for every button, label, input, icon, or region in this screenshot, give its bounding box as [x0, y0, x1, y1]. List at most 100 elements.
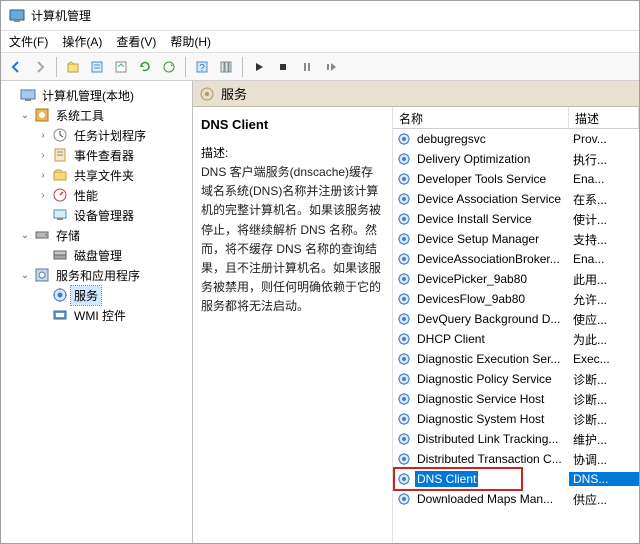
collapse-icon[interactable]: ⌄	[19, 110, 31, 121]
service-desc: 诊断...	[569, 371, 639, 388]
up-button[interactable]	[62, 56, 84, 78]
service-row[interactable]: DevicesFlow_9ab80允许...	[393, 289, 639, 309]
tree-storage[interactable]: ⌄存储	[1, 225, 192, 245]
window-title: 计算机管理	[31, 7, 91, 24]
service-name: Diagnostic Policy Service	[415, 371, 554, 387]
start-button[interactable]	[248, 56, 270, 78]
tree-device-manager[interactable]: 设备管理器	[1, 205, 192, 225]
tree-system-tools[interactable]: ⌄系统工具	[1, 105, 192, 125]
service-row[interactable]: debugregsvc Prov...	[393, 129, 639, 149]
tree-services[interactable]: 服务	[1, 285, 192, 305]
service-desc: 维护...	[569, 431, 639, 448]
tree-disk-mgmt[interactable]: 磁盘管理	[1, 245, 192, 265]
service-name: DHCP Client	[415, 331, 487, 347]
content-header: 服务	[193, 81, 639, 107]
service-row[interactable]: DHCP Client为此...	[393, 329, 639, 349]
properties-button[interactable]	[86, 56, 108, 78]
service-name: Diagnostic Execution Ser...	[415, 351, 562, 367]
stop-button[interactable]	[272, 56, 294, 78]
service-row[interactable]: Diagnostic System Host诊断...	[393, 409, 639, 429]
service-row[interactable]: Diagnostic Service Host诊断...	[393, 389, 639, 409]
service-row[interactable]: Diagnostic Policy Service 诊断...	[393, 369, 639, 389]
tree-performance[interactable]: ›性能	[1, 185, 192, 205]
service-row[interactable]: Distributed Link Tracking... 维护...	[393, 429, 639, 449]
service-desc: 供应...	[569, 491, 639, 508]
service-row[interactable]: Device Install Service使计...	[393, 209, 639, 229]
refresh-button[interactable]	[134, 56, 156, 78]
service-name: debugregsvc	[415, 131, 488, 147]
export-button[interactable]	[110, 56, 132, 78]
main-area: 计算机管理(本地) ⌄系统工具 ›任务计划程序 ›事件查看器 ›共享文件夹 ›性…	[1, 81, 639, 543]
service-row[interactable]: Downloaded Maps Man... 供应...	[393, 489, 639, 509]
service-row[interactable]: Device Association Service在系...	[393, 189, 639, 209]
service-desc: DNS...	[569, 472, 639, 486]
tree-root[interactable]: 计算机管理(本地)	[1, 85, 192, 105]
menubar: 文件(F) 操作(A) 查看(V) 帮助(H)	[1, 31, 639, 53]
list-rows[interactable]: debugregsvc Prov... Delivery Optimization 执…	[393, 129, 639, 543]
refresh2-button[interactable]	[158, 56, 180, 78]
back-button[interactable]	[5, 56, 27, 78]
expand-icon[interactable]: ›	[37, 190, 49, 201]
service-name: Downloaded Maps Man...	[415, 491, 555, 507]
service-name: DevicePicker_9ab80	[415, 271, 529, 287]
content-title: 服务	[221, 84, 247, 103]
service-row[interactable]: DNS ClientDNS...	[393, 469, 639, 489]
service-desc: Prov...	[569, 132, 639, 146]
col-desc[interactable]: 描述	[569, 107, 639, 128]
service-row[interactable]: Distributed Transaction C...协调...	[393, 449, 639, 469]
service-desc: 使应...	[569, 311, 639, 328]
service-name: Distributed Transaction C...	[415, 451, 564, 467]
service-title: DNS Client	[201, 117, 384, 132]
service-row[interactable]: Delivery Optimization 执行...	[393, 149, 639, 169]
service-description: DNS 客户端服务(dnscache)缓存域名系统(DNS)名称并注册该计算机的…	[201, 163, 384, 317]
service-desc: 支持...	[569, 231, 639, 248]
expand-icon[interactable]: ›	[37, 130, 49, 141]
service-desc: 此用...	[569, 271, 639, 288]
collapse-icon[interactable]: ⌄	[19, 270, 31, 281]
col-name[interactable]: 名称	[393, 107, 569, 128]
titlebar: 计算机管理	[1, 1, 639, 31]
service-row[interactable]: Developer Tools ServiceEna...	[393, 169, 639, 189]
service-name: DevQuery Background D...	[415, 311, 562, 327]
expand-icon[interactable]: ›	[37, 170, 49, 181]
service-row[interactable]: DevQuery Background D... 使应...	[393, 309, 639, 329]
tree-wmi[interactable]: WMI 控件	[1, 305, 192, 325]
tree-task-scheduler[interactable]: ›任务计划程序	[1, 125, 192, 145]
menu-file[interactable]: 文件(F)	[9, 33, 48, 50]
menu-help[interactable]: 帮助(H)	[170, 33, 211, 50]
service-desc: Ena...	[569, 252, 639, 266]
columns-button[interactable]	[215, 56, 237, 78]
service-name: Diagnostic System Host	[415, 411, 546, 427]
tree-shared-folders[interactable]: ›共享文件夹	[1, 165, 192, 185]
pause-button[interactable]	[296, 56, 318, 78]
tree-services-apps[interactable]: ⌄服务和应用程序	[1, 265, 192, 285]
service-name: Device Install Service	[415, 211, 534, 227]
nav-tree[interactable]: 计算机管理(本地) ⌄系统工具 ›任务计划程序 ›事件查看器 ›共享文件夹 ›性…	[1, 81, 193, 543]
service-row[interactable]: Diagnostic Execution Ser... Exec...	[393, 349, 639, 369]
service-name: DevicesFlow_9ab80	[415, 291, 527, 307]
separator	[56, 57, 57, 77]
service-desc: 执行...	[569, 151, 639, 168]
help-button[interactable]: ?	[191, 56, 213, 78]
forward-button[interactable]	[29, 56, 51, 78]
expand-icon[interactable]: ›	[37, 150, 49, 161]
service-name: DeviceAssociationBroker...	[415, 251, 562, 267]
collapse-icon[interactable]: ⌄	[19, 230, 31, 241]
service-name: Delivery Optimization	[415, 151, 532, 167]
service-row[interactable]: DevicePicker_9ab80 此用...	[393, 269, 639, 289]
service-row[interactable]: Device Setup Manager支持...	[393, 229, 639, 249]
service-row[interactable]: DeviceAssociationBroker... Ena...	[393, 249, 639, 269]
menu-view[interactable]: 查看(V)	[116, 33, 156, 50]
tree-event-viewer[interactable]: ›事件查看器	[1, 145, 192, 165]
separator	[185, 57, 186, 77]
restart-button[interactable]	[320, 56, 342, 78]
toolbar: ?	[1, 53, 639, 81]
list-header: 名称 描述	[393, 107, 639, 129]
menu-action[interactable]: 操作(A)	[62, 33, 102, 50]
service-desc: 诊断...	[569, 391, 639, 408]
service-name: Distributed Link Tracking...	[415, 431, 560, 447]
content-body: DNS Client 描述: DNS 客户端服务(dnscache)缓存域名系统…	[193, 107, 639, 543]
services-list: 名称 描述 debugregsvc Prov... Delivery Optimiz…	[393, 107, 639, 543]
service-desc: Exec...	[569, 352, 639, 366]
app-icon	[9, 8, 25, 24]
